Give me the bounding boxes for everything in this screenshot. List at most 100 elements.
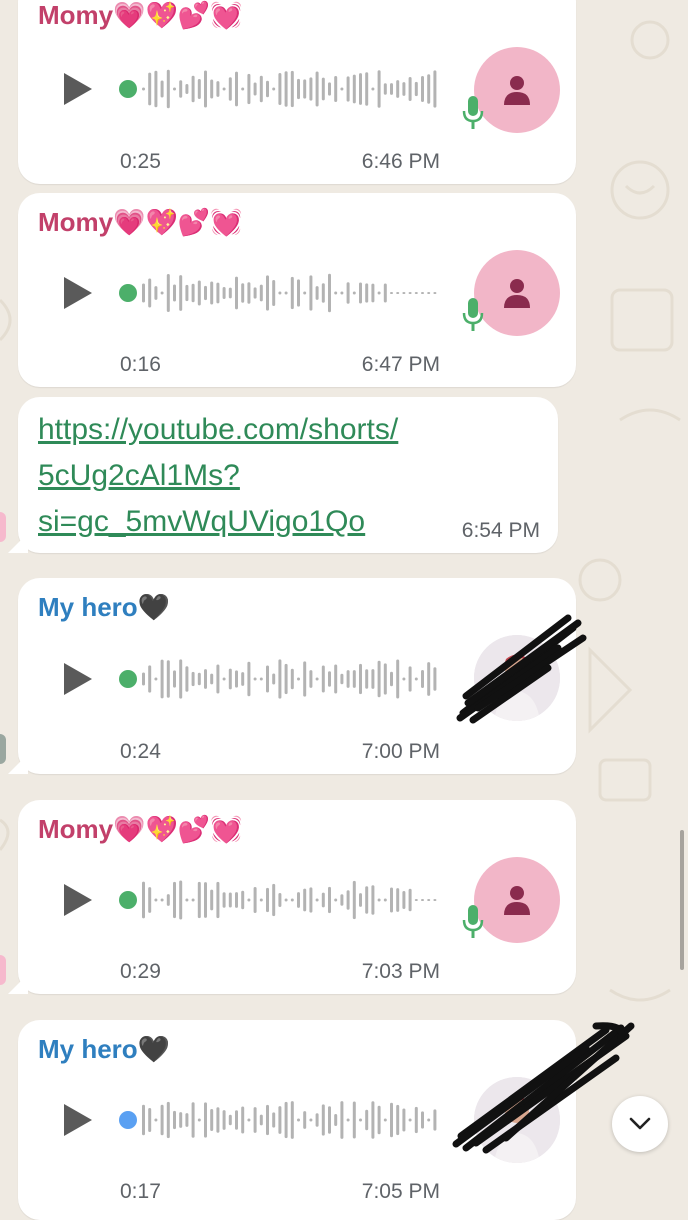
waveform-bar — [297, 1118, 300, 1122]
avatar — [474, 47, 560, 133]
waveform-bar — [266, 80, 269, 98]
waveform-bar — [228, 77, 232, 101]
waveform-bar — [390, 887, 393, 913]
scroll-to-bottom-button[interactable] — [612, 1096, 668, 1152]
waveform-bar — [247, 898, 251, 902]
waveform-bar — [253, 887, 257, 913]
waveform-bar — [377, 291, 381, 295]
waveform-bar — [377, 1105, 381, 1135]
voice-message-bubble[interactable]: Momy💗💖💕💓 0:25 6:46 PM — [18, 0, 576, 184]
chat-message-list[interactable]: Momy💗💖💕💓 0:25 6:46 PM Momy💗💖💕💓 0:16 6:47… — [0, 0, 688, 1220]
waveform-bar — [197, 280, 201, 306]
waveform-bar — [303, 888, 307, 912]
waveform-bar — [284, 663, 288, 695]
play-button[interactable] — [60, 1102, 96, 1138]
waveform-bar — [272, 883, 276, 917]
voice-message-bubble[interactable]: Momy💗💖💕💓 0:16 6:47 PM — [18, 193, 576, 387]
waveform-bar — [216, 664, 220, 694]
play-button[interactable] — [60, 71, 96, 107]
sender-emojis: 💗💖💕💓 — [113, 815, 243, 845]
sender-name: Momy💗💖💕💓 — [38, 814, 243, 845]
avatar — [474, 250, 560, 336]
waveform-bar — [290, 668, 294, 690]
waveform-bar — [433, 899, 437, 901]
waveform-bar — [315, 898, 319, 902]
waveform-bar — [334, 664, 338, 694]
link-line[interactable]: 5cUg2cAl1Ms? — [38, 453, 398, 499]
waveform-bar — [253, 677, 257, 681]
waveform-bar — [352, 670, 356, 688]
voice-waveform[interactable] — [118, 655, 438, 703]
waveform-bar — [383, 663, 387, 695]
voice-message-bubble[interactable]: My hero🖤 0:17 7:05 PM — [18, 1020, 635, 1220]
waveform-bar — [359, 1118, 362, 1122]
waveform-bar — [148, 1107, 152, 1133]
voice-waveform[interactable] — [118, 876, 438, 924]
waveform-bar — [204, 285, 207, 301]
waveform-bar — [272, 279, 276, 307]
waveform-bar — [241, 283, 245, 303]
voice-message-bubble[interactable]: My hero🖤 0:24 7:00 PM — [8, 578, 587, 774]
waveform-bar — [359, 893, 362, 907]
link-line[interactable]: https://youtube.com/shorts/ — [38, 407, 398, 453]
voice-waveform[interactable] — [118, 269, 438, 317]
scrollbar[interactable] — [680, 830, 684, 970]
play-icon — [64, 1104, 92, 1136]
avatar — [474, 635, 560, 721]
waveform-bar — [427, 662, 431, 696]
play-button[interactable] — [60, 661, 96, 697]
waveform-bar — [402, 1108, 406, 1132]
playback-position-dot — [119, 284, 137, 302]
voice-waveform[interactable] — [118, 1096, 438, 1144]
waveform-bar — [402, 891, 406, 909]
youtube-link[interactable]: https://youtube.com/shorts/ 5cUg2cAl1Ms?… — [38, 407, 398, 545]
waveform-bar — [303, 79, 307, 99]
waveform-bar — [210, 1109, 214, 1131]
waveform-bar — [191, 1102, 195, 1138]
waveform-bar — [266, 1104, 269, 1136]
waveform-bar — [154, 1118, 158, 1122]
waveform-bar — [235, 1110, 238, 1130]
waveform-bar — [259, 898, 263, 902]
waveform-bar — [402, 292, 406, 294]
waveform-bar — [247, 282, 251, 304]
waveform-bar — [396, 659, 400, 699]
person-placeholder-icon — [504, 76, 530, 105]
waveform-bar — [142, 1104, 145, 1136]
waveform-bar — [390, 292, 393, 294]
microphone-icon — [462, 298, 484, 331]
reaction-edge — [0, 955, 6, 985]
waveform-bar — [284, 71, 288, 107]
waveform-bar — [142, 283, 145, 303]
waveform-bar — [191, 898, 195, 902]
voice-duration: 0:25 — [120, 150, 161, 173]
waveform-bar — [365, 669, 369, 689]
waveform-bar — [340, 291, 344, 295]
waveform-bar — [328, 886, 331, 914]
waveform-bar — [222, 1110, 226, 1130]
waveform-bar — [328, 671, 331, 687]
waveform-bar — [179, 275, 183, 311]
link-message-bubble[interactable]: https://youtube.com/shorts/ 5cUg2cAl1Ms?… — [8, 397, 558, 553]
waveform-bar — [160, 898, 164, 902]
waveform-bar — [402, 677, 406, 681]
voice-message-bubble[interactable]: Momy💗💖💕💓 0:29 7:03 PM — [8, 800, 576, 994]
waveform-bar — [160, 80, 164, 98]
voice-waveform[interactable] — [118, 65, 438, 113]
play-button[interactable] — [60, 275, 96, 311]
waveform-bar — [173, 670, 176, 688]
waveform-bar — [377, 660, 381, 698]
link-line[interactable]: si=gc_5mvWqUVigo1Qo — [38, 499, 398, 545]
waveform-bar — [408, 292, 412, 294]
waveform-bar — [290, 898, 294, 902]
waveform-bar — [148, 887, 152, 913]
play-button[interactable] — [60, 882, 96, 918]
waveform-bar — [191, 283, 195, 303]
waveform-bar — [340, 1101, 344, 1139]
waveform-bar — [321, 892, 325, 908]
waveform-bar — [204, 669, 207, 689]
waveform-bar — [315, 677, 319, 681]
waveform-bar — [421, 669, 424, 689]
play-icon — [64, 73, 92, 105]
waveform-bar — [142, 881, 145, 919]
